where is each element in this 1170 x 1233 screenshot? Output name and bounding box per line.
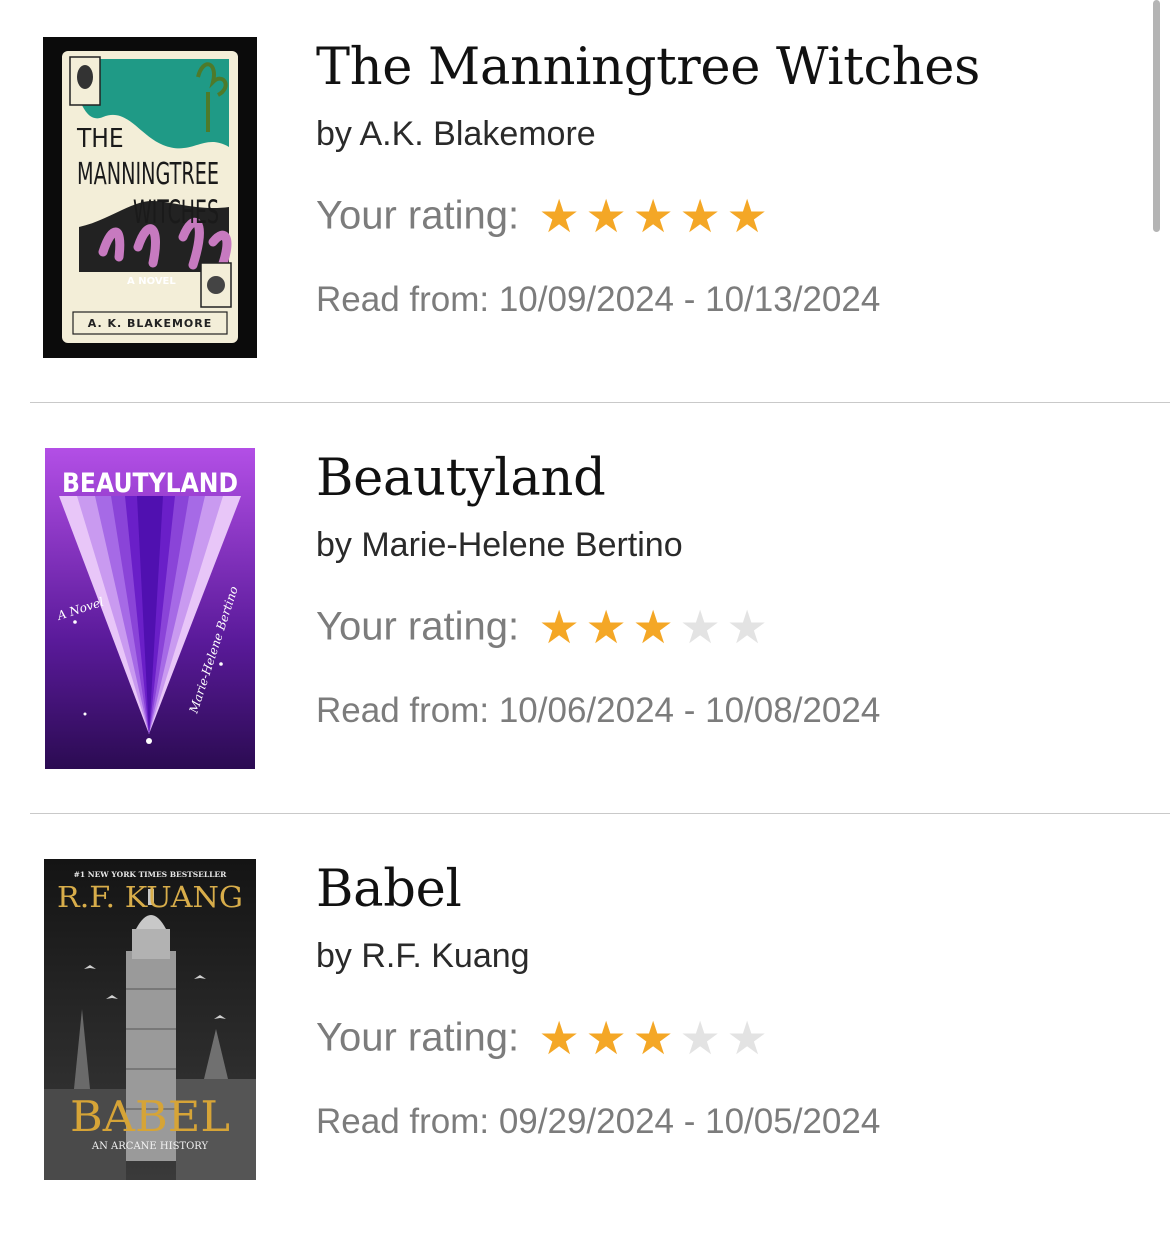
book-cover-babel[interactable]: #1 NEW YORK TIMES BESTSELLER R.F. KUANG … bbox=[44, 859, 256, 1180]
star-filled-icon[interactable]: ★ bbox=[677, 193, 724, 239]
book-row[interactable]: THE MANNINGTREE WITCHES A NOVEL A. K. BL… bbox=[0, 0, 1170, 411]
star-filled-icon[interactable]: ★ bbox=[583, 193, 630, 239]
star-empty-icon[interactable]: ★ bbox=[677, 604, 724, 650]
book-title[interactable]: Babel bbox=[316, 860, 462, 919]
star-filled-icon[interactable]: ★ bbox=[583, 604, 630, 650]
star-filled-icon[interactable]: ★ bbox=[724, 193, 771, 239]
book-title[interactable]: The Manningtree Witches bbox=[316, 38, 980, 97]
rating-label: Your rating: bbox=[316, 604, 520, 649]
read-dates: Read from: 10/06/2024 - 10/08/2024 bbox=[316, 691, 881, 730]
rating-row: Your rating: ★ ★ ★ ★ ★ bbox=[316, 604, 771, 654]
book-title[interactable]: Beautyland bbox=[316, 449, 606, 508]
scrollbar[interactable] bbox=[1153, 0, 1160, 232]
book-author[interactable]: by Marie-Helene Bertino bbox=[316, 526, 683, 565]
read-dates: Read from: 10/09/2024 - 10/13/2024 bbox=[316, 280, 881, 319]
book-row[interactable]: BEAUTYLAND A Novel Marie-Helene Bertino … bbox=[0, 411, 1170, 822]
divider bbox=[30, 813, 1170, 814]
rating-row: Your rating: ★ ★ ★ ★ ★ bbox=[316, 1015, 771, 1065]
divider bbox=[30, 402, 1170, 403]
cover-art: #1 NEW YORK TIMES BESTSELLER R.F. KUANG … bbox=[44, 859, 256, 1180]
cover-art: THE MANNINGTREE WITCHES A NOVEL A. K. BL… bbox=[43, 37, 257, 358]
cover-title-line3: WITCHES bbox=[133, 193, 219, 231]
book-author[interactable]: by R.F. Kuang bbox=[316, 937, 530, 976]
book-cover-beautyland[interactable]: BEAUTYLAND A Novel Marie-Helene Bertino bbox=[45, 448, 255, 769]
star-filled-icon[interactable]: ★ bbox=[536, 193, 583, 239]
cover-author: R.F. KUANG bbox=[57, 880, 243, 914]
star-filled-icon[interactable]: ★ bbox=[630, 1015, 677, 1061]
star-filled-icon[interactable]: ★ bbox=[583, 1015, 630, 1061]
rating-label: Your rating: bbox=[316, 1015, 520, 1060]
cover-title: BABEL bbox=[70, 1092, 230, 1141]
cover-subtitle: AN ARCANE HISTORY bbox=[91, 1141, 209, 1152]
star-empty-icon[interactable]: ★ bbox=[677, 1015, 724, 1061]
book-author[interactable]: by A.K. Blakemore bbox=[316, 115, 596, 154]
star-filled-icon[interactable]: ★ bbox=[536, 1015, 583, 1061]
star-empty-icon[interactable]: ★ bbox=[724, 604, 771, 650]
cover-art: BEAUTYLAND A Novel Marie-Helene Bertino bbox=[45, 448, 255, 769]
cover-title: BEAUTYLAND bbox=[62, 468, 238, 499]
star-rating[interactable]: ★ ★ ★ ★ ★ bbox=[536, 1015, 771, 1061]
star-empty-icon[interactable]: ★ bbox=[724, 1015, 771, 1061]
rating-label: Your rating: bbox=[316, 193, 520, 238]
book-cover-manningtree-witches[interactable]: THE MANNINGTREE WITCHES A NOVEL A. K. BL… bbox=[43, 37, 257, 358]
read-dates: Read from: 09/29/2024 - 10/05/2024 bbox=[316, 1102, 881, 1141]
star-filled-icon[interactable]: ★ bbox=[630, 604, 677, 650]
star-filled-icon[interactable]: ★ bbox=[536, 604, 583, 650]
cover-top-line: #1 NEW YORK TIMES BESTSELLER bbox=[74, 870, 228, 879]
star-rating[interactable]: ★ ★ ★ ★ ★ bbox=[536, 193, 771, 239]
star-rating[interactable]: ★ ★ ★ ★ ★ bbox=[536, 604, 771, 650]
rating-row: Your rating: ★ ★ ★ ★ ★ bbox=[316, 193, 771, 243]
book-row[interactable]: #1 NEW YORK TIMES BESTSELLER R.F. KUANG … bbox=[0, 822, 1170, 1233]
cover-title-line1: THE bbox=[76, 124, 124, 154]
cover-author: A. K. BLAKEMORE bbox=[88, 317, 212, 330]
cover-title-line2: MANNINGTREE bbox=[77, 157, 219, 192]
star-filled-icon[interactable]: ★ bbox=[630, 193, 677, 239]
cover-tag: A NOVEL bbox=[127, 276, 176, 287]
